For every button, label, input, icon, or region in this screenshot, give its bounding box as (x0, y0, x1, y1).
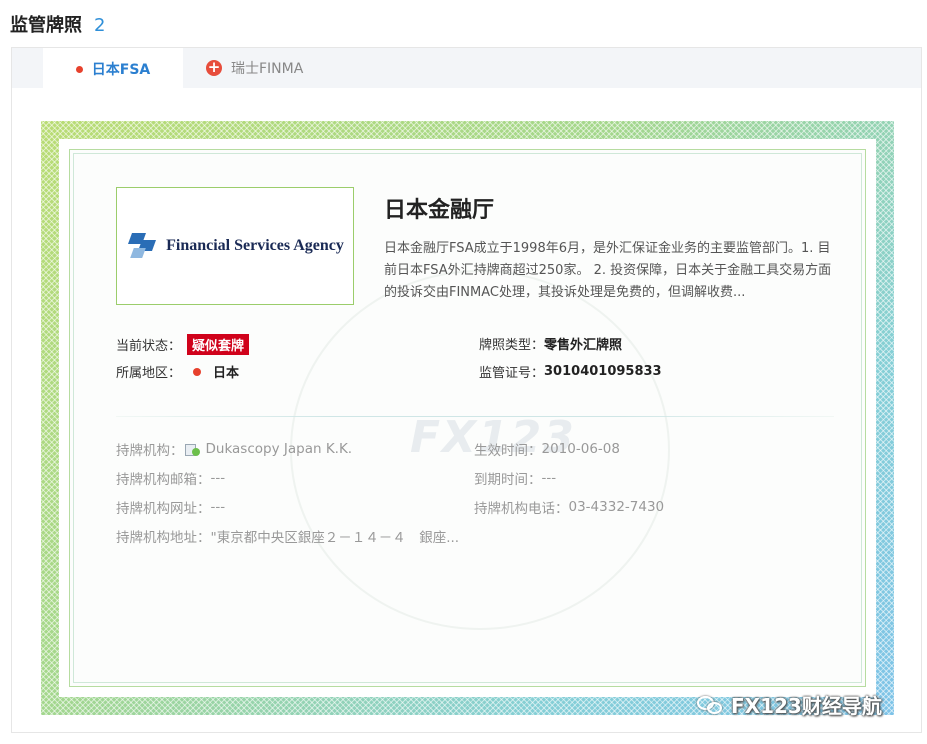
expiry-label: 到期时间： (474, 472, 542, 488)
regulator-name: 日本金融厅 (384, 198, 495, 223)
tab-japan-fsa[interactable]: 日本FSA (43, 48, 183, 88)
website-value: --- (210, 499, 226, 515)
status-label: 当前状态： (116, 339, 182, 354)
status-badge: 疑似套牌 (187, 334, 250, 355)
license-type-label: 牌照类型： (479, 338, 545, 353)
email-value: --- (210, 470, 226, 486)
effective-label: 生效时间： (474, 443, 542, 459)
license-number-label: 监管证号： (479, 366, 545, 381)
red-dot-icon (75, 65, 83, 73)
region-row: 所属地区： 日本 (116, 362, 239, 381)
company-icon (184, 441, 200, 457)
phone-label: 持牌机构电话： (474, 501, 569, 517)
expiry-value: --- (541, 470, 557, 486)
regulator-logo: Financial Services Agency (116, 187, 354, 305)
license-number-value: 3010401095833 (544, 364, 662, 379)
status-row: 当前状态： 疑似套牌 (116, 334, 250, 355)
address-row: 持牌机构地址： "東京都中央区銀座２－１４－４ 銀座... (116, 526, 459, 546)
tab-label: 日本FSA (91, 62, 151, 78)
address-label: 持牌机构地址： (116, 530, 211, 546)
email-label: 持牌机构邮箱： (116, 472, 211, 488)
section-title: 监管牌照 (10, 15, 82, 36)
logo-text: Financial Services Agency (166, 237, 344, 254)
phone-row: 持牌机构电话： 03-4332-7430 (474, 497, 664, 517)
red-dot-icon (193, 367, 202, 376)
holder-row: 持牌机构： Dukascopy Japan K.K. (116, 439, 352, 459)
holder-label: 持牌机构： (116, 443, 184, 459)
tab-label: 瑞士FINMA (231, 61, 304, 77)
tab-swiss-finma[interactable]: + 瑞士FINMA (206, 48, 303, 88)
license-count: 2 (94, 15, 106, 36)
website-row: 持牌机构网址： --- (116, 497, 225, 517)
fsa-logo-icon (126, 231, 160, 261)
tab-bar: 日本FSA + 瑞士FINMA (12, 48, 921, 88)
license-panel: 日本FSA + 瑞士FINMA FX123 Financial Services… (11, 47, 922, 733)
license-type-value: 零售外汇牌照 (544, 338, 623, 353)
address-value: "東京都中央区銀座２－１４－４ 銀座... (210, 530, 460, 546)
divider (116, 416, 834, 417)
expiry-row: 到期时间： --- (474, 468, 556, 488)
brand-watermark: FX123财经导航 (697, 690, 882, 719)
website-label: 持牌机构网址： (116, 501, 211, 517)
phone-value: 03-4332-7430 (568, 499, 665, 515)
license-type-row: 牌照类型： 零售外汇牌照 (479, 334, 622, 353)
certificate-inner: FX123 Financial Services Agency 日本金融厅 日本… (69, 149, 866, 687)
section-header: 监管牌照 2 (10, 11, 105, 37)
license-certificate: FX123 Financial Services Agency 日本金融厅 日本… (41, 121, 894, 715)
holder-value[interactable]: Dukascopy Japan K.K. (206, 441, 353, 457)
effective-value: 2010-06-08 (541, 441, 620, 457)
regulator-description: 日本金融厅FSA成立于1998年6月，是外汇保证金业务的主要监管部门。1. 目前… (384, 241, 832, 300)
effective-row: 生效时间： 2010-06-08 (474, 439, 620, 459)
plus-circle-icon: + (206, 58, 222, 76)
license-number-row: 监管证号： 3010401095833 (479, 362, 662, 381)
region-value: 日本 (213, 366, 240, 381)
wechat-icon (697, 694, 723, 716)
region-label: 所属地区： (116, 366, 182, 381)
brand-text: FX123财经导航 (731, 694, 882, 718)
email-row: 持牌机构邮箱： --- (116, 468, 225, 488)
